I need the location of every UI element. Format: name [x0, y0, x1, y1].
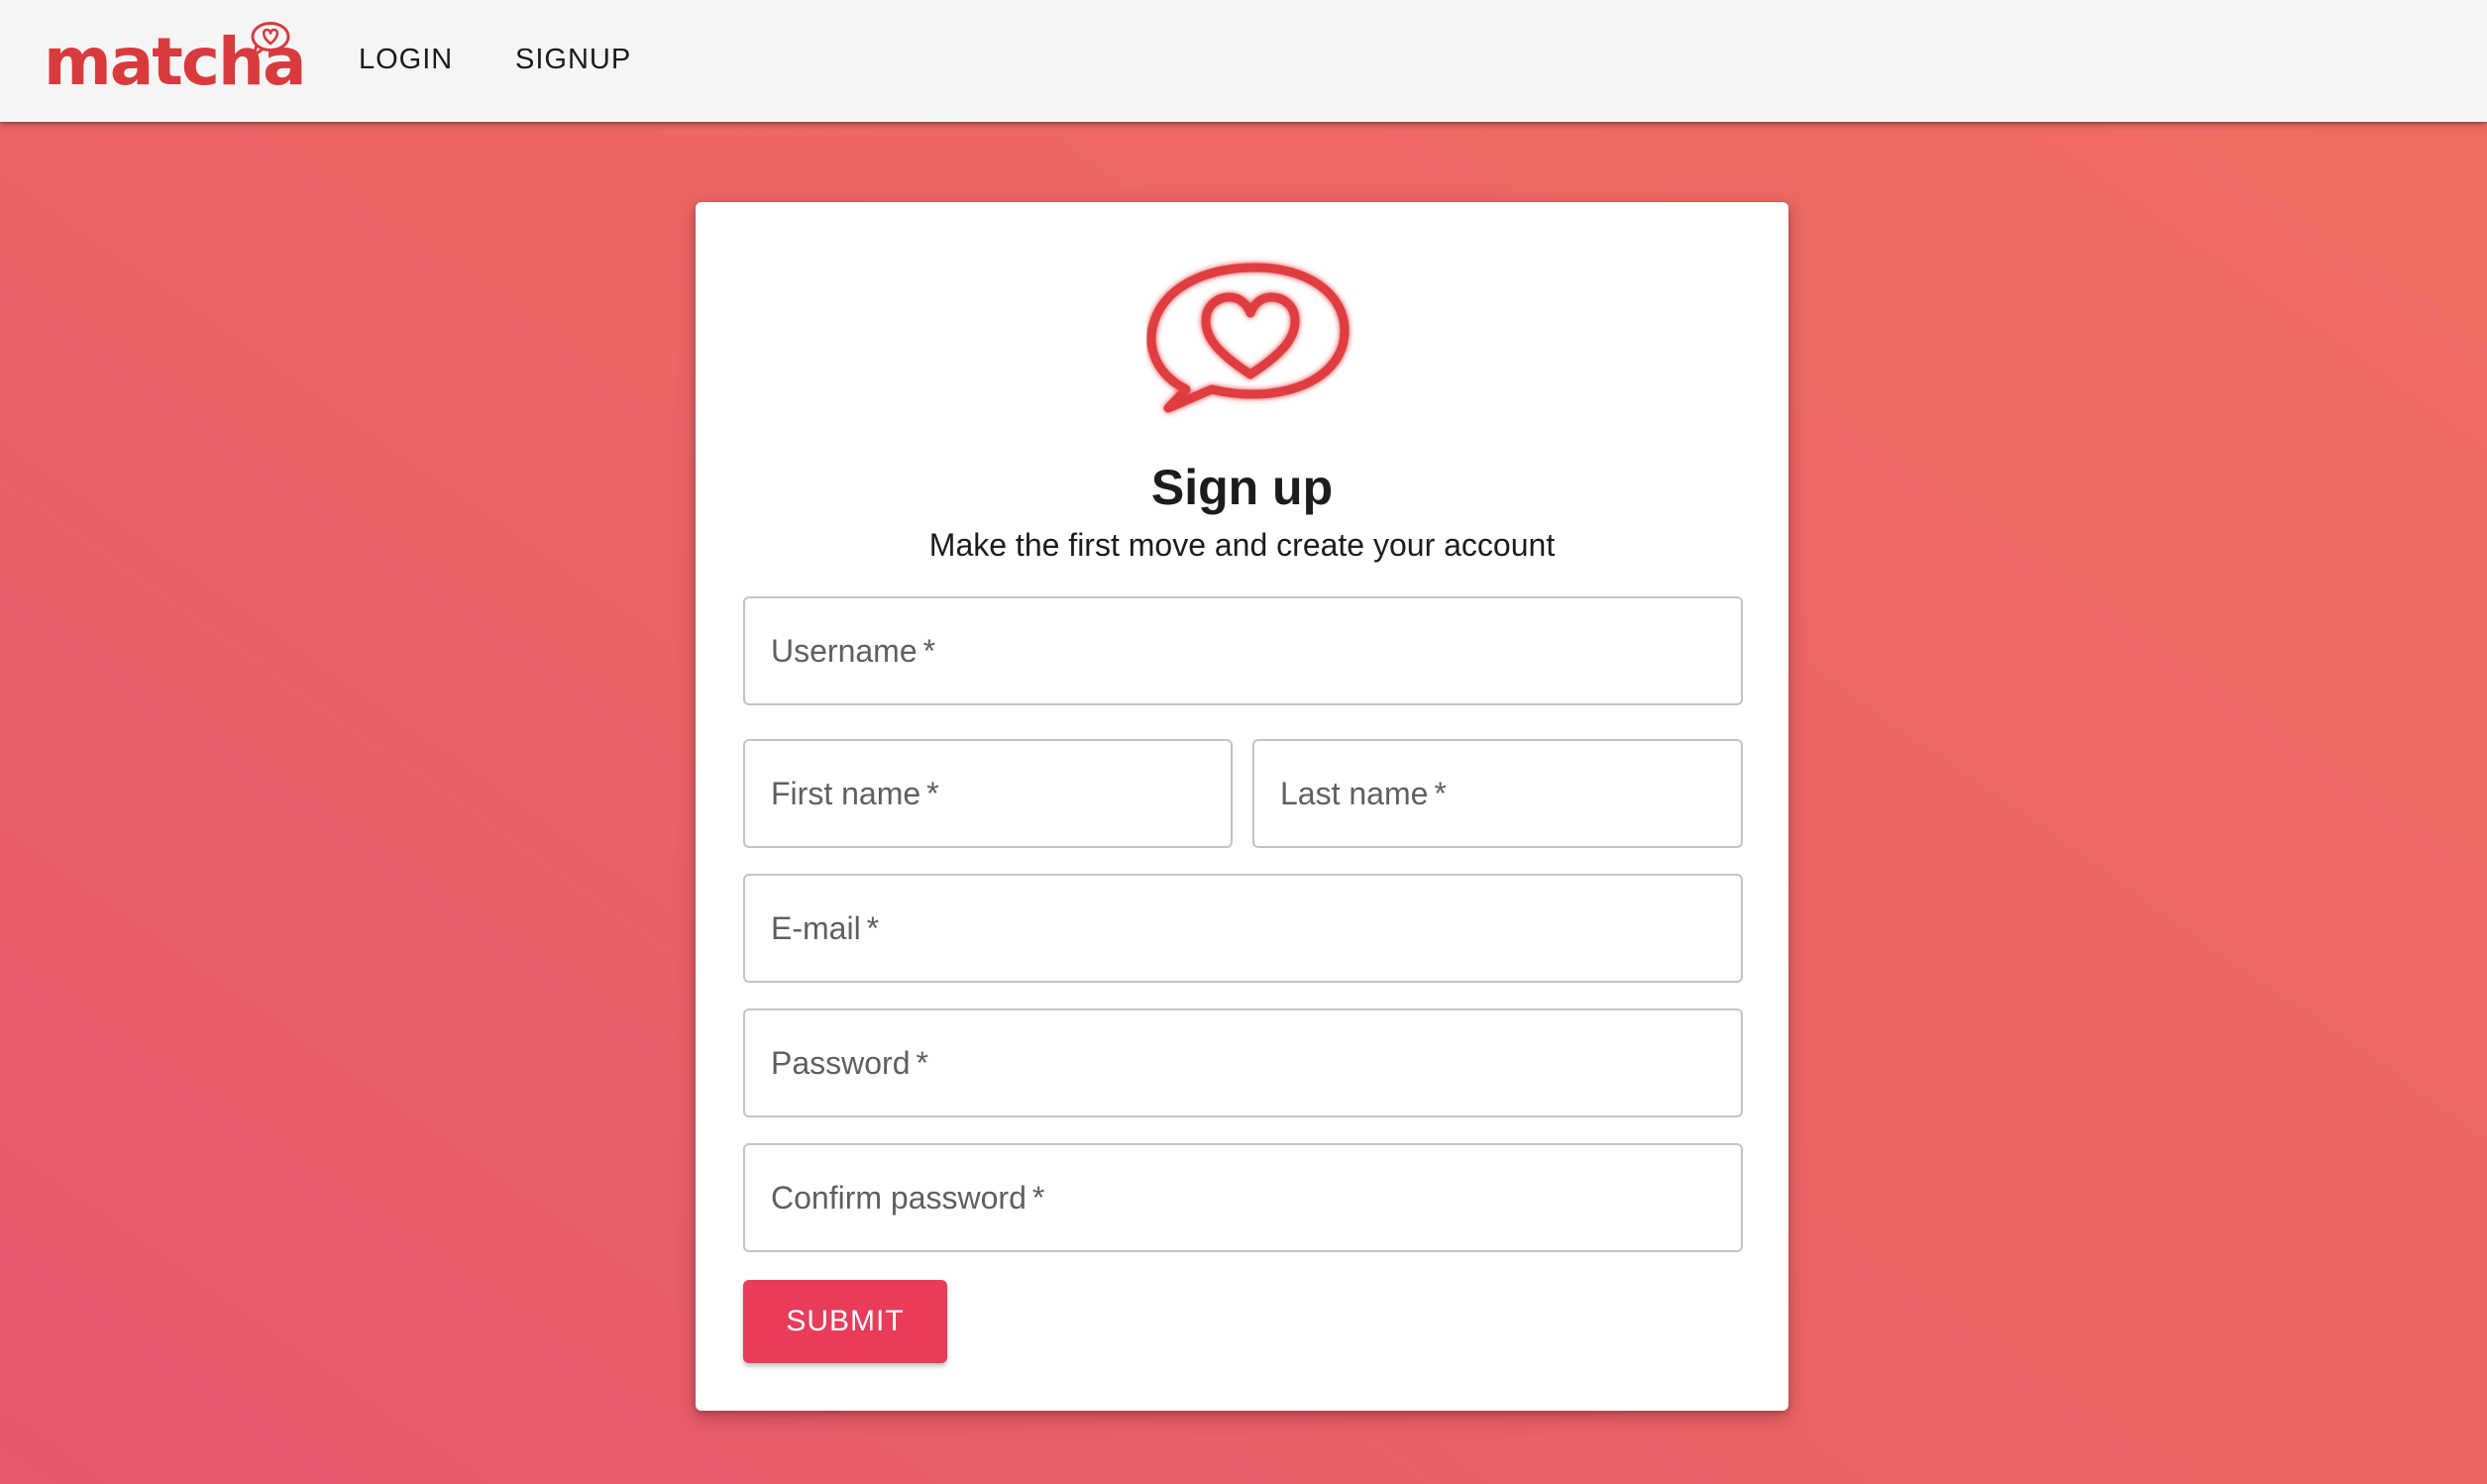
top-navbar: matcha LOGIN SIGNUP [0, 0, 2487, 122]
required-marker: * [922, 633, 936, 669]
heart-chat-bubble-icon [251, 22, 290, 57]
last-name-label: Last name * [1280, 776, 1447, 811]
username-field[interactable]: Username * [743, 596, 1743, 705]
page-title: Sign up [1150, 460, 1334, 515]
brand-logo[interactable]: matcha [44, 14, 307, 105]
required-marker: * [926, 776, 939, 811]
signup-card: Sign up Make the first move and create y… [696, 202, 1788, 1411]
confirm-password-label: Confirm password * [771, 1180, 1045, 1216]
submit-button[interactable]: SUBMIT [743, 1280, 947, 1363]
confirm-password-field[interactable]: Confirm password * [743, 1143, 1743, 1252]
required-marker: * [1434, 776, 1447, 811]
password-field[interactable]: Password * [743, 1008, 1743, 1117]
required-marker: * [1031, 1180, 1045, 1216]
heart-chat-bubble-icon [1146, 263, 1350, 413]
first-name-label: First name * [771, 776, 939, 811]
nav-signup-link[interactable]: SIGNUP [515, 40, 631, 79]
first-name-field[interactable]: First name * [743, 739, 1233, 848]
username-label: Username * [771, 633, 936, 669]
email-label: E-mail * [771, 910, 880, 946]
required-marker: * [916, 1045, 928, 1081]
nav-login-link[interactable]: LOGIN [359, 40, 453, 79]
page-subtitle: Make the first move and create your acco… [928, 527, 1556, 563]
required-marker: * [866, 910, 880, 946]
last-name-field[interactable]: Last name * [1252, 739, 1743, 848]
email-field[interactable]: E-mail * [743, 874, 1743, 983]
password-label: Password * [771, 1045, 928, 1081]
